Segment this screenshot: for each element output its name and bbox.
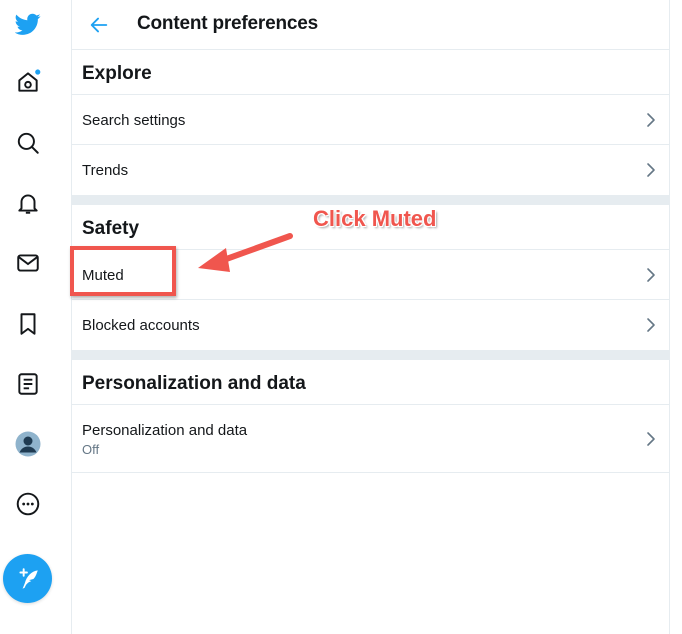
lists-icon[interactable] bbox=[14, 370, 42, 398]
home-icon[interactable] bbox=[14, 68, 42, 96]
bookmarks-icon[interactable] bbox=[14, 310, 42, 338]
chevron-right-icon bbox=[647, 318, 655, 332]
row-blocked-accounts[interactable]: Blocked accounts bbox=[72, 300, 669, 350]
row-trends[interactable]: Trends bbox=[72, 145, 669, 195]
row-label: Personalization and data bbox=[82, 422, 248, 439]
annotation-label: Click Muted bbox=[313, 206, 437, 231]
section-title-explore: Explore bbox=[72, 50, 669, 95]
more-icon[interactable] bbox=[14, 490, 42, 518]
row-label: Blocked accounts bbox=[82, 317, 200, 334]
row-status: Off bbox=[82, 442, 100, 457]
twitter-logo-icon[interactable] bbox=[14, 10, 42, 38]
row-label: Search settings bbox=[82, 112, 186, 129]
highlight-box bbox=[70, 246, 176, 296]
chevron-right-icon bbox=[647, 163, 655, 177]
chevron-right-icon bbox=[647, 268, 655, 282]
row-personalization-and-data[interactable]: Personalization and data Off bbox=[72, 405, 669, 473]
section-title-personalization: Personalization and data bbox=[72, 360, 669, 405]
section-divider bbox=[72, 195, 669, 205]
compose-tweet-button[interactable] bbox=[3, 554, 52, 603]
explore-icon[interactable] bbox=[14, 129, 42, 157]
page-title: Content preferences bbox=[137, 13, 318, 34]
profile-avatar[interactable] bbox=[14, 430, 42, 458]
back-arrow-icon bbox=[90, 17, 108, 33]
compose-tweet-icon bbox=[18, 567, 38, 589]
page-header: Content preferences bbox=[72, 0, 669, 50]
messages-icon[interactable] bbox=[14, 249, 42, 277]
row-label: Trends bbox=[82, 162, 129, 179]
back-button[interactable] bbox=[86, 12, 112, 38]
section-divider bbox=[72, 350, 669, 360]
row-search-settings[interactable]: Search settings bbox=[72, 95, 669, 145]
chevron-right-icon bbox=[647, 113, 655, 127]
chevron-right-icon bbox=[647, 432, 655, 446]
notifications-icon[interactable] bbox=[14, 189, 42, 217]
main-panel: Content preferences Explore Search setti… bbox=[72, 0, 670, 634]
sidebar-nav bbox=[0, 0, 72, 634]
